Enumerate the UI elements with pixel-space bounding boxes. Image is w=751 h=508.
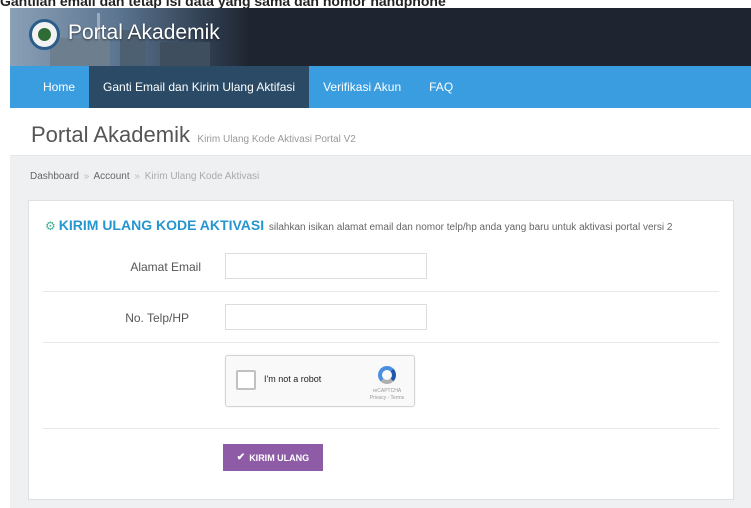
email-label: Alamat Email xyxy=(130,260,201,274)
recaptcha-brand: reCAPTCHA xyxy=(372,388,402,394)
row-divider xyxy=(43,291,719,292)
recaptcha-checkbox[interactable] xyxy=(236,370,256,390)
breadcrumb-dashboard[interactable]: Dashboard xyxy=(30,171,79,182)
page-caption: Gantilah email dan tetap isi data yang s… xyxy=(0,0,446,8)
page-header: Portal Akademik Kirim Ulang Kode Aktivas… xyxy=(31,122,356,148)
kirim-ulang-button[interactable]: ✔ KIRIM ULANG xyxy=(223,444,323,471)
recaptcha-widget: I'm not a robot reCAPTCHA Privacy - Term… xyxy=(225,355,415,407)
nav-ganti-email[interactable]: Ganti Email dan Kirim Ulang Aktifasi xyxy=(89,66,310,108)
breadcrumb-account[interactable]: Account xyxy=(94,171,130,182)
gears-icon: ⚙ xyxy=(45,219,56,233)
breadcrumb-separator: » xyxy=(134,171,140,182)
recaptcha-logo-icon xyxy=(378,366,396,384)
nav-verifikasi-akun[interactable]: Verifikasi Akun xyxy=(309,66,415,108)
recaptcha-label: I'm not a robot xyxy=(264,374,322,384)
main-navbar: Home Ganti Email dan Kirim Ulang Aktifas… xyxy=(10,66,751,108)
brand-title[interactable]: Portal Akademik xyxy=(68,21,220,45)
panel-title: KIRIM ULANG KODE AKTIVASI xyxy=(58,217,265,233)
page-title: Portal Akademik xyxy=(31,122,190,147)
breadcrumb: Dashboard » Account » Kirim Ulang Kode A… xyxy=(30,171,259,182)
site-header: Portal Akademik xyxy=(10,8,751,66)
activation-panel: ⚙ KIRIM ULANG KODE AKTIVASI silahkan isik… xyxy=(28,200,734,500)
nav-faq[interactable]: FAQ xyxy=(415,66,467,108)
row-divider xyxy=(43,428,719,429)
page-subtitle: Kirim Ulang Kode Aktivasi Portal V2 xyxy=(197,134,356,145)
panel-header: ⚙ KIRIM ULANG KODE AKTIVASI silahkan isik… xyxy=(45,217,672,233)
university-logo-icon[interactable] xyxy=(29,19,60,50)
breadcrumb-current: Kirim Ulang Kode Aktivasi xyxy=(144,171,260,182)
email-field[interactable] xyxy=(225,253,427,279)
row-divider xyxy=(43,342,719,343)
panel-description: silahkan isikan alamat email dan nomor t… xyxy=(268,222,673,233)
nav-home[interactable]: Home xyxy=(10,66,89,108)
kirim-ulang-label: KIRIM ULANG xyxy=(249,452,310,463)
breadcrumb-separator: » xyxy=(83,171,90,182)
phone-label: No. Telp/HP xyxy=(125,311,189,325)
phone-field[interactable] xyxy=(225,304,427,330)
check-icon: ✔ xyxy=(236,452,246,463)
recaptcha-links[interactable]: Privacy - Terms xyxy=(367,395,407,402)
